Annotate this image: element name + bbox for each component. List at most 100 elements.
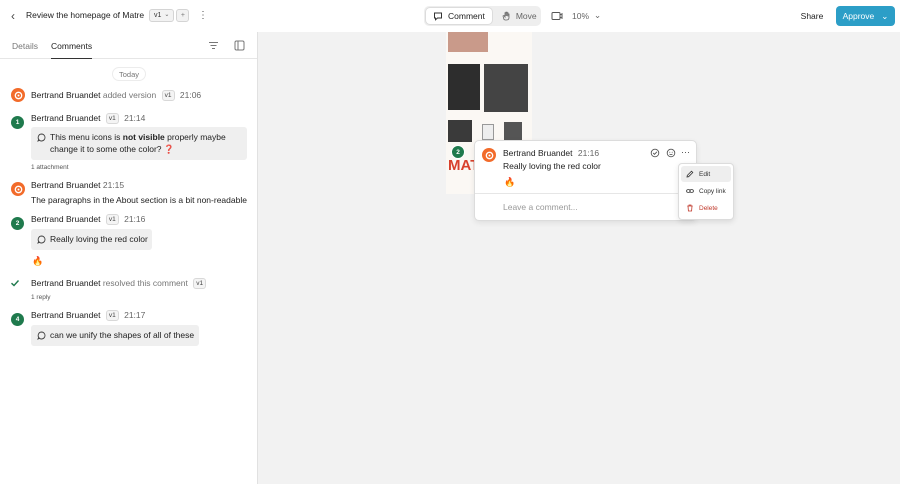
comment-text: Really loving the red color <box>503 161 601 171</box>
version-dropdown[interactable]: v1 ⌄ <box>149 9 175 22</box>
comment-header: Bertrand Bruandet v1 21:17 <box>31 310 145 321</box>
reply-count-link[interactable]: 1 reply <box>31 294 51 301</box>
design-canvas[interactable] <box>258 32 900 484</box>
comment-pin[interactable]: 2 <box>11 217 24 230</box>
add-version-button[interactable]: + <box>176 9 190 22</box>
collapse-panel-icon[interactable] <box>234 40 245 51</box>
share-button[interactable]: Share <box>794 7 830 25</box>
comment-bubble[interactable]: This menu icons is not visible properly … <box>31 127 247 160</box>
author-name[interactable]: Bertrand Bruandet <box>31 310 100 320</box>
version-selector: v1 ⌄ + <box>149 9 190 22</box>
comment-header: Bertrand Bruandet v1 21:16 <box>31 214 145 225</box>
author-name[interactable]: Bertrand Bruandet <box>31 90 100 100</box>
author-name[interactable]: Bertrand Bruandet <box>31 278 100 288</box>
zoom-dropdown[interactable]: 10% ⌄ <box>572 10 601 21</box>
user-logo-icon <box>14 91 22 99</box>
author-name[interactable]: Bertrand Bruandet <box>503 148 572 158</box>
link-icon <box>686 189 694 193</box>
chevron-down-icon: ⌄ <box>164 12 170 18</box>
version-badge: v1 <box>105 214 119 225</box>
question-mark-icon: ❓ <box>163 143 175 154</box>
check-icon <box>11 280 20 287</box>
move-mode-label: Move <box>515 11 537 21</box>
resolve-check-icon[interactable] <box>650 148 660 158</box>
top-bar: ‹ Review the homepage of Matre v1 ⌄ + ⋮ C… <box>0 0 900 32</box>
present-icon[interactable] <box>551 10 563 22</box>
filter-icon[interactable] <box>208 40 219 51</box>
menu-item-label: Delete <box>699 204 718 212</box>
version-badge: v1 <box>161 90 175 101</box>
comment-mode-button[interactable]: Comment <box>426 8 492 24</box>
approve-button[interactable]: Approve ⌄ <box>836 6 895 26</box>
date-separator: Today <box>112 67 147 81</box>
tab-details[interactable]: Details <box>12 41 38 51</box>
canvas-comment-pin[interactable]: 2 <box>451 145 465 159</box>
back-chevron-icon[interactable]: ‹ <box>7 9 19 23</box>
author-name[interactable]: Bertrand Bruandet <box>31 113 100 123</box>
comment-icon <box>37 235 46 244</box>
user-logo-icon <box>485 151 493 159</box>
mockup-photo <box>504 122 522 140</box>
reply-input[interactable]: Leave a comment... <box>503 202 578 212</box>
comment-text-line: change it to some othe color? ❓ <box>50 144 241 156</box>
more-options-icon[interactable]: ⋮ <box>198 9 208 23</box>
comment-text: change it to some othe color? <box>50 143 162 154</box>
approve-label: Approve <box>842 11 875 21</box>
version-badge: v1 <box>105 113 119 124</box>
comment-text: Really loving the red color <box>50 234 148 244</box>
fire-reaction-icon[interactable]: 🔥 <box>504 177 515 188</box>
avatar <box>11 182 25 196</box>
menu-item-edit[interactable]: Edit <box>681 166 731 182</box>
avatar <box>11 88 25 102</box>
tab-comments[interactable]: Comments <box>51 41 93 59</box>
document-title: Review the homepage of Matre <box>26 10 145 20</box>
comment-header: Bertrand Bruandet 21:15 <box>31 180 124 190</box>
comment-text-line: This menu icons is not visible properly … <box>50 132 241 144</box>
plus-icon: + <box>180 12 185 19</box>
comment-header: Bertrand Bruandet v1 21:14 <box>31 113 145 124</box>
mode-switch: Comment Move <box>424 6 541 26</box>
timestamp: 21:16 <box>577 148 600 158</box>
comment-pin[interactable]: 4 <box>11 313 24 326</box>
version-label: v1 <box>154 12 162 19</box>
menu-item-copy-link[interactable]: Copy link <box>681 183 731 199</box>
avatar <box>482 148 496 162</box>
mockup-photo <box>484 64 528 112</box>
activity-action: resolved this comment <box>102 278 188 288</box>
menu-item-delete[interactable]: Delete <box>681 200 731 216</box>
popup-header: Bertrand Bruandet 21:16 <box>503 148 599 158</box>
menu-item-label: Copy link <box>699 187 726 195</box>
activity-action: added version <box>102 90 157 100</box>
user-logo-icon <box>14 185 22 193</box>
trash-icon <box>687 204 693 212</box>
comment-text: can we unify the shapes of all of these <box>50 330 195 340</box>
comment-bubble[interactable]: can we unify the shapes of all of these <box>31 325 199 346</box>
mockup-block <box>448 32 488 52</box>
comment-icon <box>37 133 46 142</box>
divider <box>475 193 696 194</box>
more-options-icon[interactable]: ⋯ <box>681 148 691 158</box>
sidebar-tabs: Details Comments <box>0 32 257 59</box>
comment-bubble[interactable]: Really loving the red color <box>31 229 152 250</box>
pencil-icon <box>686 170 694 178</box>
comment-text: This menu icons is <box>50 132 123 142</box>
activity-item: Bertrand Bruandet added version v1 21:06 <box>31 90 201 101</box>
comment-text-bold: not visible <box>122 132 165 142</box>
author-name[interactable]: Bertrand Bruandet <box>31 180 100 190</box>
comment-icon <box>37 331 46 340</box>
comment-options-menu: Edit Copy link Delete <box>678 163 734 220</box>
comment-popup: Bertrand Bruandet 21:16 ⋯ Really loving … <box>474 140 697 221</box>
version-badge: v1 <box>193 278 207 289</box>
timestamp: 21:15 <box>102 180 125 190</box>
timestamp: 21:16 <box>124 214 146 224</box>
attachment-link[interactable]: 1 attachment <box>31 164 69 171</box>
comments-sidebar: Details Comments Today Bertrand Bruandet… <box>0 32 258 484</box>
author-name[interactable]: Bertrand Bruandet <box>31 214 100 224</box>
menu-item-label: Edit <box>699 170 711 178</box>
comment-mode-label: Comment <box>448 11 485 21</box>
add-reaction-icon[interactable] <box>666 148 676 158</box>
comment-pin[interactable]: 1 <box>11 116 24 129</box>
fire-reaction-icon[interactable]: 🔥 <box>32 256 43 267</box>
move-mode-button[interactable]: Move <box>494 8 544 24</box>
comment-text: The paragraphs in the About section is a… <box>31 195 247 205</box>
